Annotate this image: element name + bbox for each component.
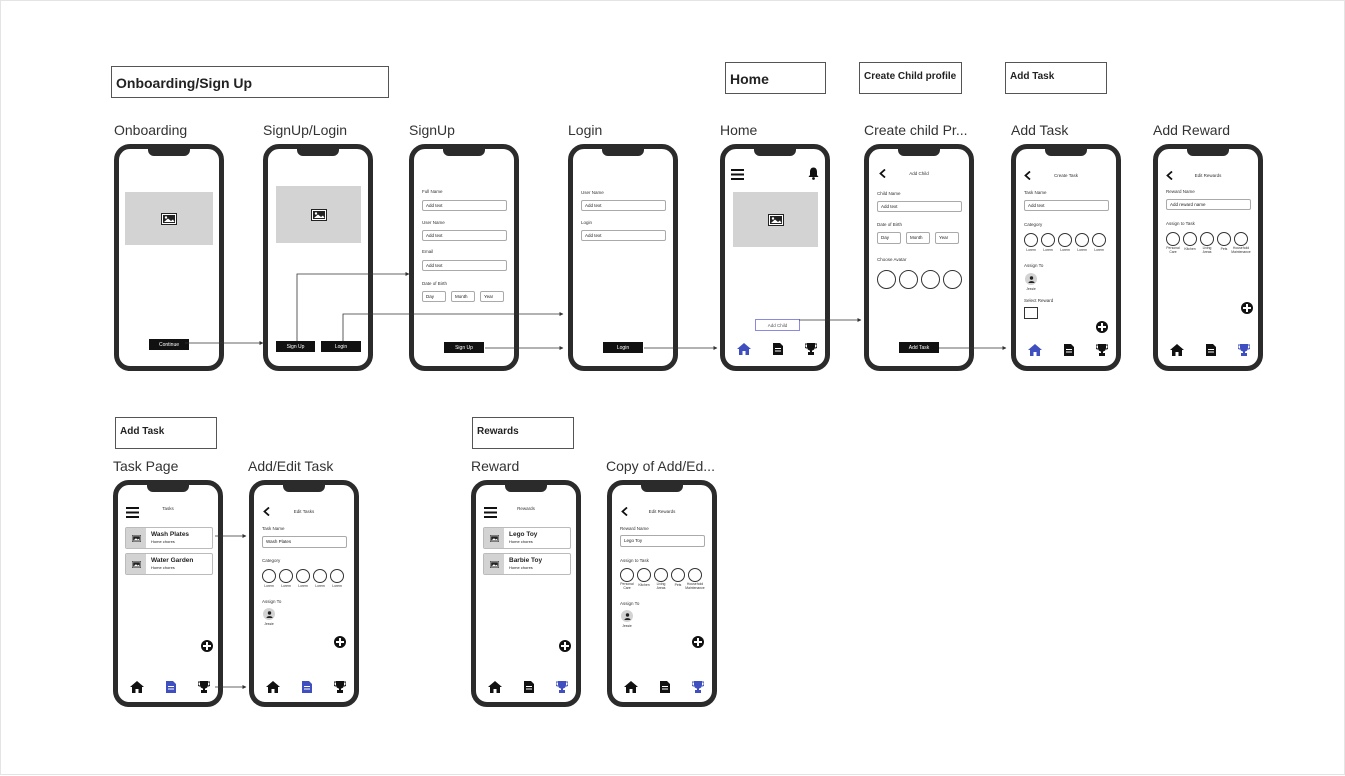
flow-arrow	[296, 272, 410, 341]
design-canvas: Onboarding/Sign Up Home Create Child pro…	[0, 0, 1345, 775]
flow-arrow	[342, 312, 564, 341]
flow-arrows	[185, 272, 1007, 689]
